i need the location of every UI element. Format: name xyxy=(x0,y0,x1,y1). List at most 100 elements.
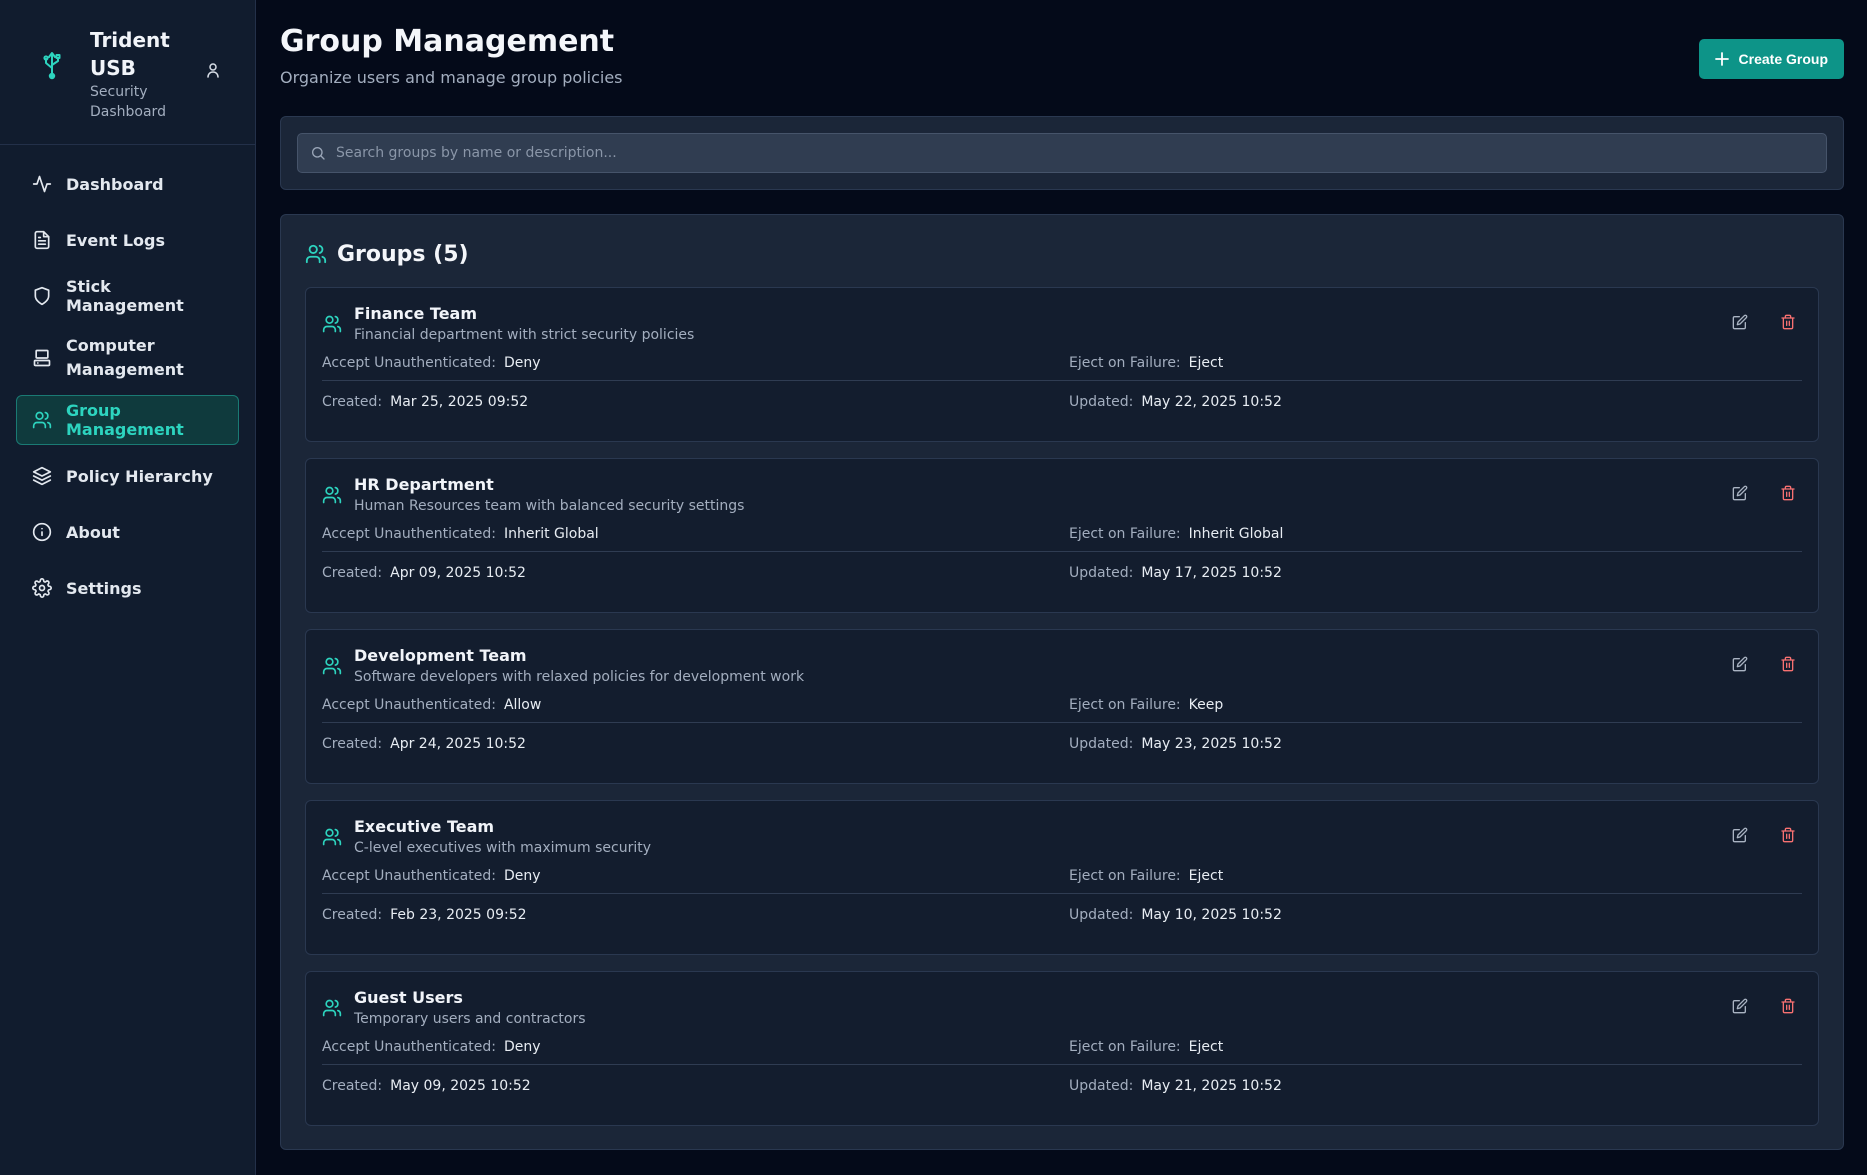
page-subtitle: Organize users and manage group policies xyxy=(280,68,623,87)
group-card: Development Team Software developers wit… xyxy=(305,629,1819,784)
sidebar-item-label: Dashboard xyxy=(66,174,164,194)
users-icon xyxy=(322,315,342,333)
policy-row: Accept Unauthenticated: Deny Eject on Fai… xyxy=(322,346,1802,381)
create-group-button[interactable]: Create Group xyxy=(1698,39,1844,79)
group-card: Guest Users Temporary users and contract… xyxy=(305,971,1819,1126)
card-header: Development Team Software developers wit… xyxy=(322,646,1802,688)
activity-icon xyxy=(32,175,52,193)
users-icon xyxy=(322,828,342,846)
sidebar-item-computer-management[interactable]: Computer Management xyxy=(16,327,239,389)
group-name: Finance Team xyxy=(354,304,478,323)
group-card: Executive Team C-level executives with m… xyxy=(305,800,1819,955)
group-name: Executive Team xyxy=(354,817,495,836)
created-value: Apr 09, 2025 10:52 xyxy=(390,565,526,581)
accept-label: Accept Unauthenticated: xyxy=(322,1039,496,1055)
card-actions xyxy=(1732,827,1796,843)
group-description: Human Resources team with balanced secur… xyxy=(354,498,745,514)
eject-label: Eject on Failure: xyxy=(1069,1039,1181,1055)
sidebar-item-label: Computer Management xyxy=(66,336,184,379)
date-row: Created: Apr 09, 2025 10:52 Updated: May 1… xyxy=(322,554,1802,592)
edit-icon[interactable] xyxy=(1732,485,1748,501)
card-actions xyxy=(1732,656,1796,672)
sidebar-item-policy-hierarchy[interactable]: Policy Hierarchy xyxy=(16,451,239,501)
updated-label: Updated: xyxy=(1069,907,1134,923)
accept-value: Deny xyxy=(503,1039,541,1055)
usb-icon xyxy=(43,52,61,80)
created-label: Created: xyxy=(322,907,383,923)
main-content: Group Management Organize users and mana… xyxy=(256,0,1867,1175)
users-icon xyxy=(322,657,342,675)
card-header: Finance Team Financial department with s… xyxy=(322,304,1802,346)
eject-value: Eject xyxy=(1188,1039,1224,1055)
edit-icon[interactable] xyxy=(1732,827,1748,843)
date-row: Created: Mar 25, 2025 09:52 Updated: May 2… xyxy=(322,383,1802,421)
group-description: Financial department with strict securit… xyxy=(354,327,695,343)
search-panel xyxy=(280,116,1844,190)
accept-label: Accept Unauthenticated: xyxy=(322,868,496,884)
gear-icon xyxy=(32,578,52,598)
trash-icon[interactable] xyxy=(1780,827,1796,843)
eject-label: Eject on Failure: xyxy=(1069,355,1181,371)
edit-icon[interactable] xyxy=(1732,656,1748,672)
trash-icon[interactable] xyxy=(1780,998,1796,1014)
sidebar-item-settings[interactable]: Settings xyxy=(16,563,239,613)
created-value: Mar 25, 2025 09:52 xyxy=(390,394,529,410)
card-header: Executive Team C-level executives with m… xyxy=(322,817,1802,859)
file-text-icon xyxy=(34,230,50,250)
eject-label: Eject on Failure: xyxy=(1069,868,1181,884)
user-icon[interactable] xyxy=(206,62,220,78)
search-input[interactable] xyxy=(336,145,1814,161)
edit-icon[interactable] xyxy=(1732,314,1748,330)
group-card: HR Department Human Resources team with … xyxy=(305,458,1819,613)
group-description: Temporary users and contractors xyxy=(354,1011,586,1027)
accept-label: Accept Unauthenticated: xyxy=(322,355,496,371)
accept-label: Accept Unauthenticated: xyxy=(322,526,496,542)
card-actions xyxy=(1732,314,1796,330)
group-name: Guest Users xyxy=(354,988,463,1007)
sidebar-nav: Dashboard Event Logs Stick Management Co… xyxy=(0,145,255,633)
created-label: Created: xyxy=(322,1078,383,1094)
page-header: Group Management Organize users and mana… xyxy=(280,22,1844,116)
updated-value: May 17, 2025 10:52 xyxy=(1141,565,1282,581)
sidebar-item-stick-management[interactable]: Stick Management xyxy=(16,271,239,321)
created-value: Feb 23, 2025 09:52 xyxy=(390,907,527,923)
updated-value: May 22, 2025 10:52 xyxy=(1141,394,1282,410)
search-box xyxy=(297,133,1827,173)
brand-text: Trident USB Security Dashboard xyxy=(90,26,200,122)
users-icon xyxy=(305,244,327,264)
card-header: HR Department Human Resources team with … xyxy=(322,475,1802,517)
trash-icon[interactable] xyxy=(1780,485,1796,501)
sidebar-item-event-logs[interactable]: Event Logs xyxy=(16,215,239,265)
edit-icon[interactable] xyxy=(1732,998,1748,1014)
brand-subtitle: Security Dashboard xyxy=(90,84,166,120)
trash-icon[interactable] xyxy=(1780,314,1796,330)
created-value: Apr 24, 2025 10:52 xyxy=(390,736,526,752)
created-label: Created: xyxy=(322,565,383,581)
search-icon xyxy=(312,147,325,160)
eject-label: Eject on Failure: xyxy=(1069,526,1181,542)
sidebar: Trident USB Security Dashboard Dashboard… xyxy=(0,0,256,1175)
sidebar-item-group-management[interactable]: Group Management xyxy=(16,395,239,445)
group-card: Finance Team Financial department with s… xyxy=(305,287,1819,442)
created-value: May 09, 2025 10:52 xyxy=(390,1078,531,1094)
layers-icon xyxy=(32,466,52,486)
sidebar-item-about[interactable]: About xyxy=(16,507,239,557)
sidebar-item-label: Settings xyxy=(66,578,142,598)
updated-label: Updated: xyxy=(1069,565,1134,581)
sidebar-item-label: Group Management xyxy=(66,401,184,439)
date-row: Created: Apr 24, 2025 10:52 Updated: May 2… xyxy=(322,725,1802,763)
accept-label: Accept Unauthenticated: xyxy=(322,697,496,713)
trash-icon[interactable] xyxy=(1780,656,1796,672)
policy-row: Accept Unauthenticated: Inherit Global Ej… xyxy=(322,517,1802,552)
updated-label: Updated: xyxy=(1069,1078,1134,1094)
group-description: Software developers with relaxed policie… xyxy=(354,669,805,685)
accept-value: Inherit Global xyxy=(503,526,599,542)
plus-icon xyxy=(1714,52,1729,66)
group-name: Development Team xyxy=(354,646,527,665)
eject-label: Eject on Failure: xyxy=(1069,697,1181,713)
info-icon xyxy=(32,522,52,542)
eject-value: Inherit Global xyxy=(1188,526,1284,542)
card-actions xyxy=(1732,998,1796,1014)
sidebar-item-dashboard[interactable]: Dashboard xyxy=(16,159,239,209)
updated-value: May 21, 2025 10:52 xyxy=(1141,1078,1282,1094)
